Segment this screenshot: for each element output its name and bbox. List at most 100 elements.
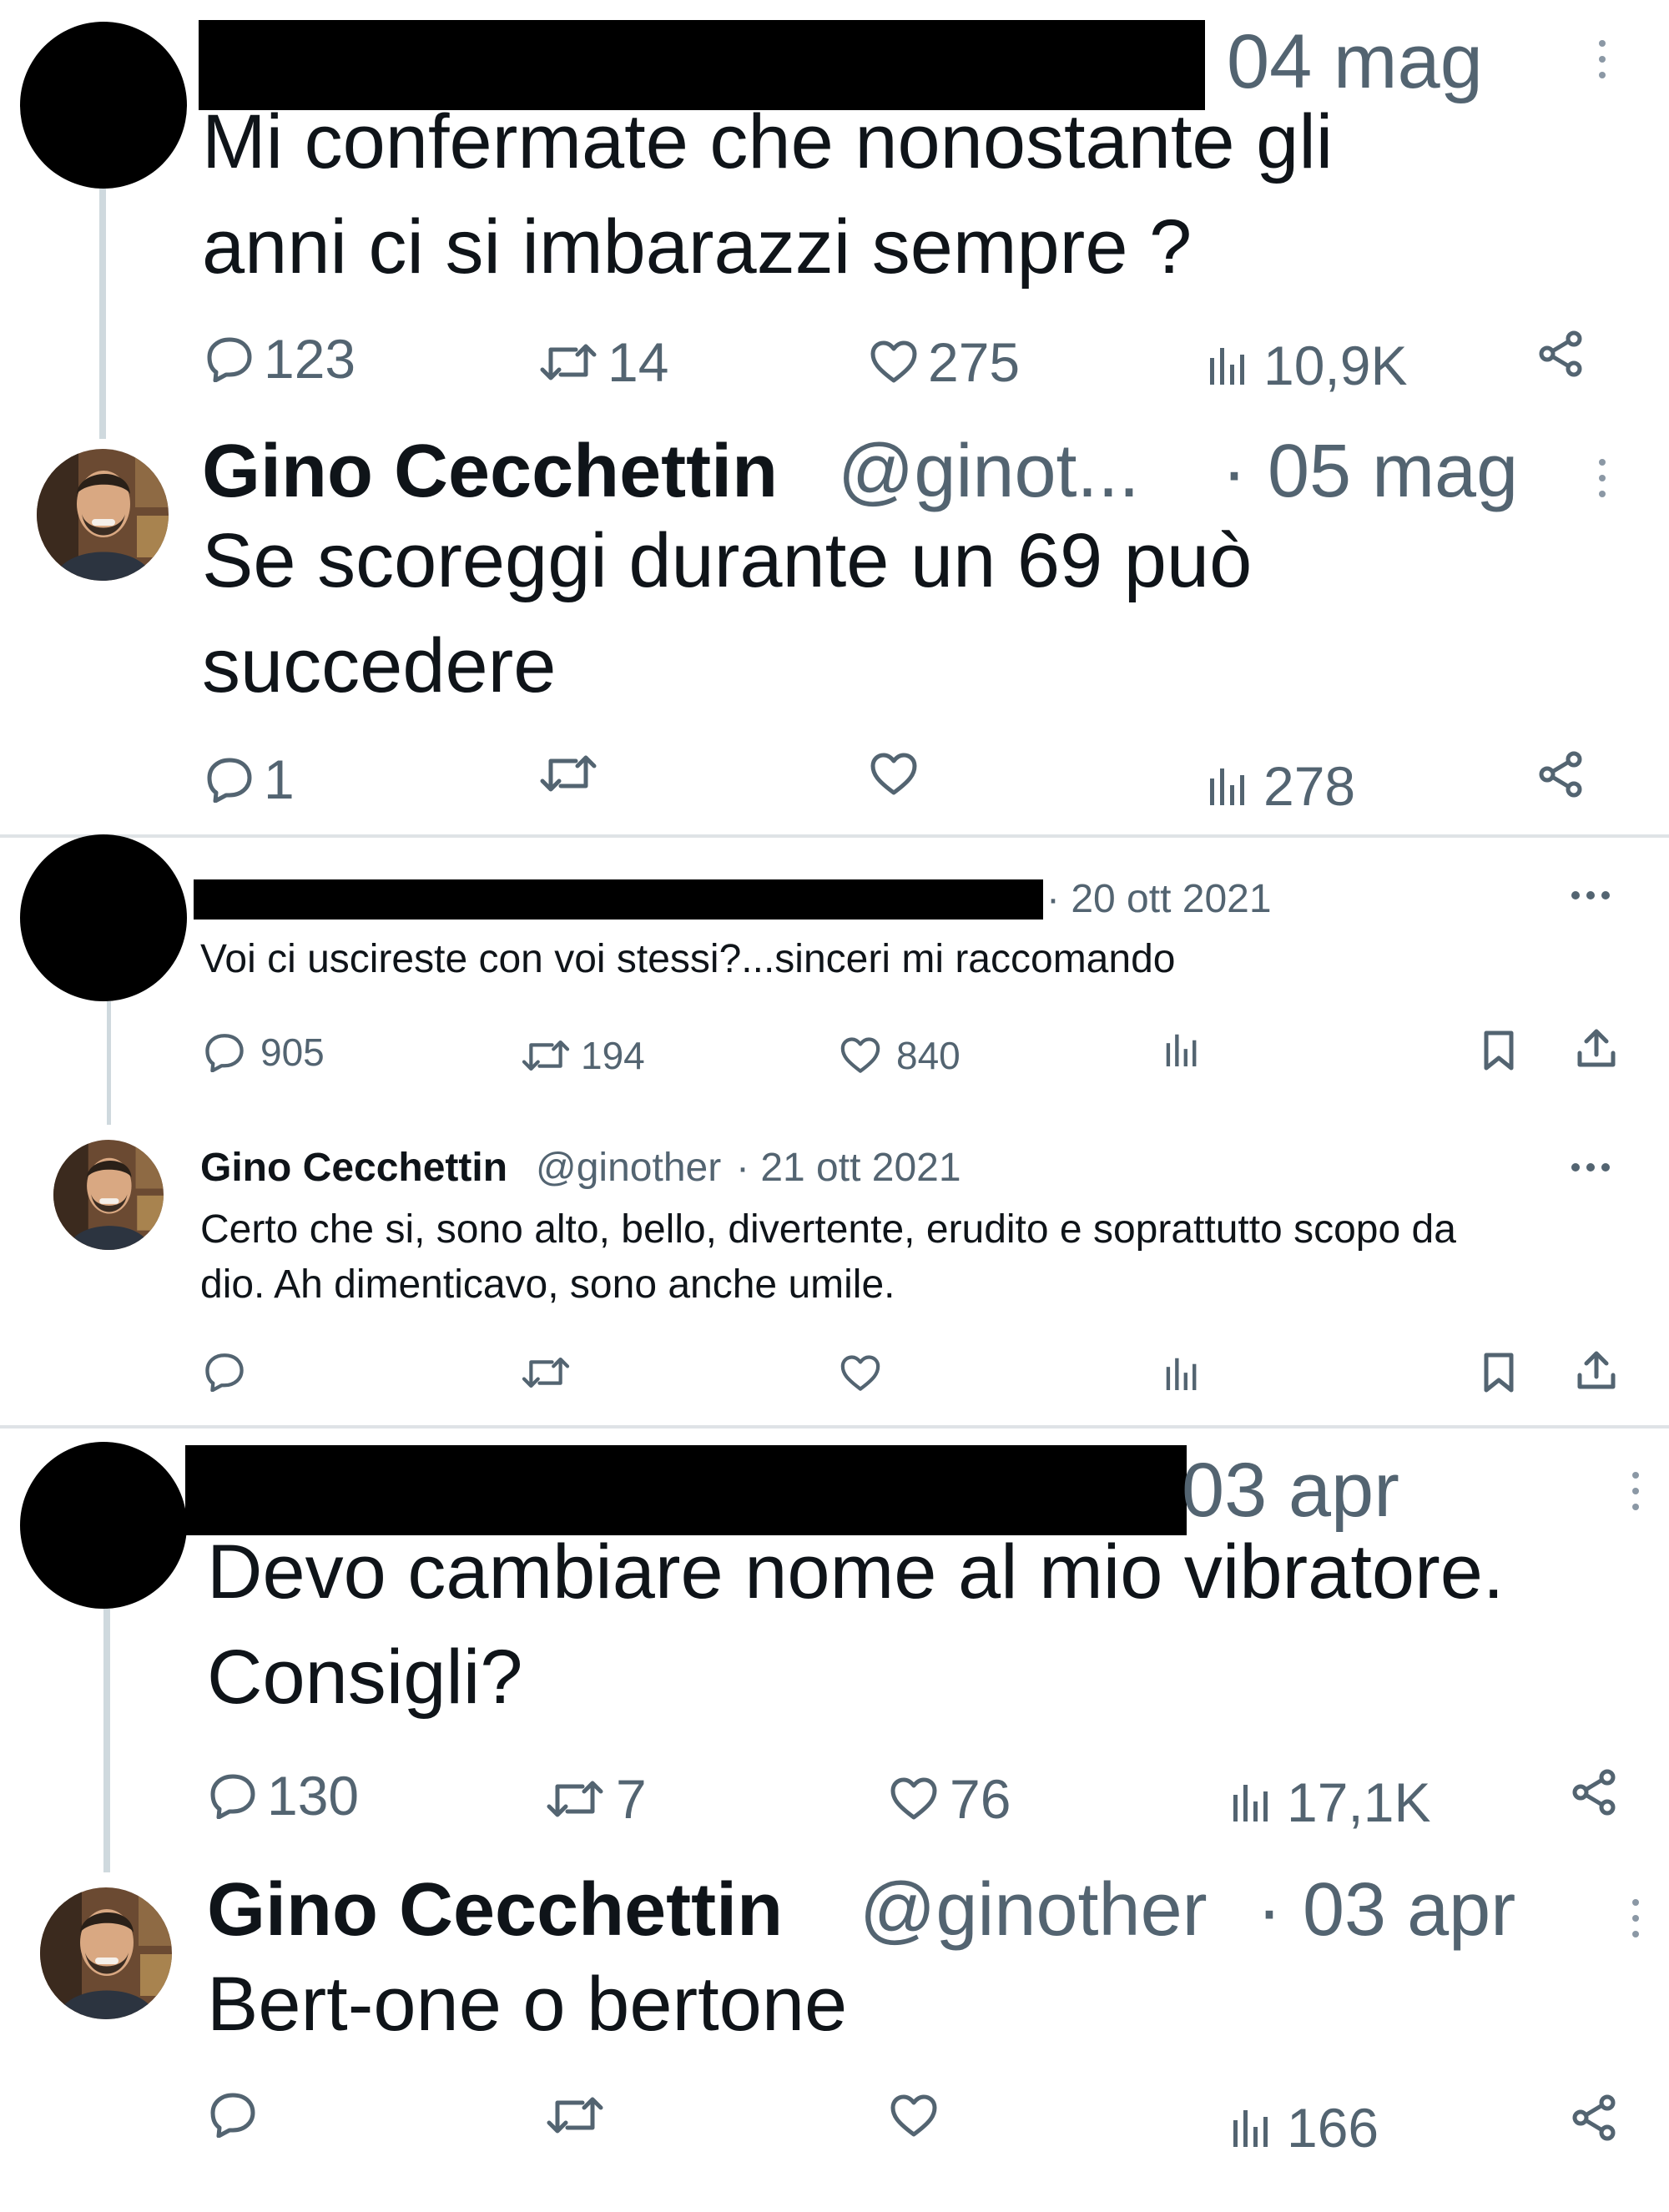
retweet-button[interactable]: 7	[546, 1767, 647, 1831]
reply-button[interactable]: 905	[204, 1030, 325, 1075]
divider	[0, 834, 1669, 838]
retweet-count: 7	[616, 1768, 647, 1830]
reply-button[interactable]: 123	[205, 327, 355, 391]
views-count: 278	[1263, 755, 1356, 817]
author-name[interactable]: Gino Cecchettin	[207, 1872, 783, 1947]
reply-button[interactable]: 1	[205, 748, 295, 811]
more-icon[interactable]	[1592, 38, 1612, 80]
views-button[interactable]: 278	[1208, 754, 1355, 818]
like-icon	[840, 1037, 880, 1073]
like-button[interactable]: 840	[840, 1033, 961, 1078]
like-count: 840	[896, 1034, 961, 1077]
reply-icon[interactable]	[209, 2091, 257, 2142]
like-count: 76	[950, 1768, 1011, 1830]
reply-icon	[210, 1774, 255, 1819]
more-icon[interactable]	[1626, 1897, 1646, 1939]
avatar[interactable]	[20, 1442, 187, 1609]
reply-count: 123	[264, 328, 356, 390]
retweet-count: 194	[581, 1034, 645, 1077]
retweet-icon[interactable]	[546, 2094, 604, 2140]
tweet-text-line-2: anni ci si imbarazzi sempre ?	[202, 204, 1193, 290]
retweet-icon[interactable]	[539, 753, 598, 799]
tweet-date[interactable]: · 20 ott 2021	[1046, 879, 1272, 920]
views-button[interactable]: 166	[1232, 2096, 1379, 2159]
more-icon[interactable]	[1571, 1161, 1611, 1177]
thread-line	[107, 1001, 111, 1125]
retweet-icon[interactable]	[521, 1355, 571, 1394]
views-button[interactable]: 10,9K	[1208, 334, 1407, 397]
retweet-count: 14	[608, 331, 669, 393]
reply-date[interactable]: · 05 mag	[1222, 434, 1518, 509]
retweet-button[interactable]: 14	[539, 330, 668, 394]
thread-line	[99, 189, 106, 439]
more-icon[interactable]	[1571, 889, 1611, 904]
share-icon[interactable]	[1537, 751, 1584, 802]
author-name[interactable]: Gino Cecchettin	[200, 1148, 507, 1188]
views-count: 17,1K	[1287, 1771, 1431, 1833]
retweet-icon	[522, 1040, 570, 1071]
tweet-date[interactable]: 03 apr	[1182, 1452, 1399, 1529]
tweet-date[interactable]: 04 mag	[1227, 23, 1483, 100]
redacted-username	[185, 1445, 1187, 1535]
share-icon[interactable]	[1571, 1769, 1617, 1820]
reply-icon	[207, 758, 252, 803]
reply-text-line-1: Se scoreggi durante un 69 può	[202, 518, 1253, 603]
views-icon	[1233, 1785, 1268, 1821]
reply-icon[interactable]	[204, 1352, 245, 1396]
reply-date[interactable]: · 03 apr	[1257, 1872, 1515, 1947]
author-handle[interactable]: @ginother	[860, 1872, 1208, 1947]
bookmark-icon[interactable]	[1482, 1030, 1515, 1076]
avatar-gino[interactable]	[53, 1140, 164, 1250]
upload-icon[interactable]	[1576, 1026, 1617, 1074]
like-button[interactable]: 76	[890, 1767, 1011, 1831]
like-icon[interactable]	[870, 753, 918, 800]
views-icon	[1210, 348, 1244, 385]
like-button[interactable]: 275	[870, 330, 1020, 394]
reply-count: 905	[260, 1030, 325, 1074]
bookmark-icon[interactable]	[1482, 1352, 1515, 1398]
reply-icon	[205, 1034, 244, 1072]
retweet-icon	[540, 344, 597, 380]
avatar-gino[interactable]	[40, 1887, 172, 2019]
views-button[interactable]: 17,1K	[1232, 1771, 1430, 1834]
views-icon	[1210, 768, 1244, 805]
reply-button[interactable]: 130	[209, 1764, 359, 1827]
share-icon[interactable]	[1571, 2094, 1617, 2145]
like-icon[interactable]	[840, 1355, 881, 1396]
reply-date[interactable]: · 21 ott 2021	[736, 1148, 961, 1188]
retweet-icon	[547, 1781, 603, 1817]
views-count: 166	[1287, 2097, 1379, 2159]
tweet-text-line-1: Devo cambiare nome al mio vibratore.	[207, 1529, 1505, 1615]
divider	[0, 1425, 1669, 1428]
avatar-gino[interactable]	[37, 449, 169, 581]
reply-icon	[207, 337, 252, 382]
like-icon[interactable]	[890, 2094, 938, 2142]
like-icon	[870, 340, 917, 383]
like-icon	[890, 1777, 937, 1820]
share-icon[interactable]	[1537, 330, 1584, 381]
views-count: 10,9K	[1263, 335, 1408, 396]
views-icon[interactable]	[1165, 1357, 1198, 1394]
tweet-text-line-2: Consigli?	[207, 1635, 523, 1720]
more-icon[interactable]	[1626, 1470, 1646, 1512]
tweet-text: Voi ci uscireste con voi stessi?...since…	[200, 937, 1176, 981]
author-handle[interactable]: @ginot...	[838, 434, 1140, 509]
reply-text-line-2: dio. Ah dimenticavo, sono anche umile.	[200, 1262, 895, 1307]
author-name[interactable]: Gino Cecchettin	[202, 434, 778, 509]
views-icon	[1233, 2110, 1268, 2147]
reply-count: 130	[267, 1765, 360, 1827]
avatar[interactable]	[20, 22, 187, 189]
more-icon[interactable]	[1592, 457, 1612, 499]
redacted-username	[199, 20, 1205, 110]
thread-line	[103, 1609, 110, 1872]
reply-count: 1	[264, 748, 295, 810]
avatar[interactable]	[20, 834, 187, 1001]
author-handle[interactable]: @ginother	[536, 1148, 721, 1188]
redacted-username	[194, 879, 1043, 920]
tweet-text-line-1: Mi confermate che nonostante gli	[202, 99, 1334, 184]
upload-icon[interactable]	[1576, 1348, 1617, 1396]
retweet-button[interactable]: 194	[521, 1033, 645, 1078]
views-icon[interactable]	[1165, 1033, 1198, 1071]
like-count: 275	[928, 331, 1021, 393]
reply-text: Bert-one o bertone	[207, 1962, 848, 2047]
